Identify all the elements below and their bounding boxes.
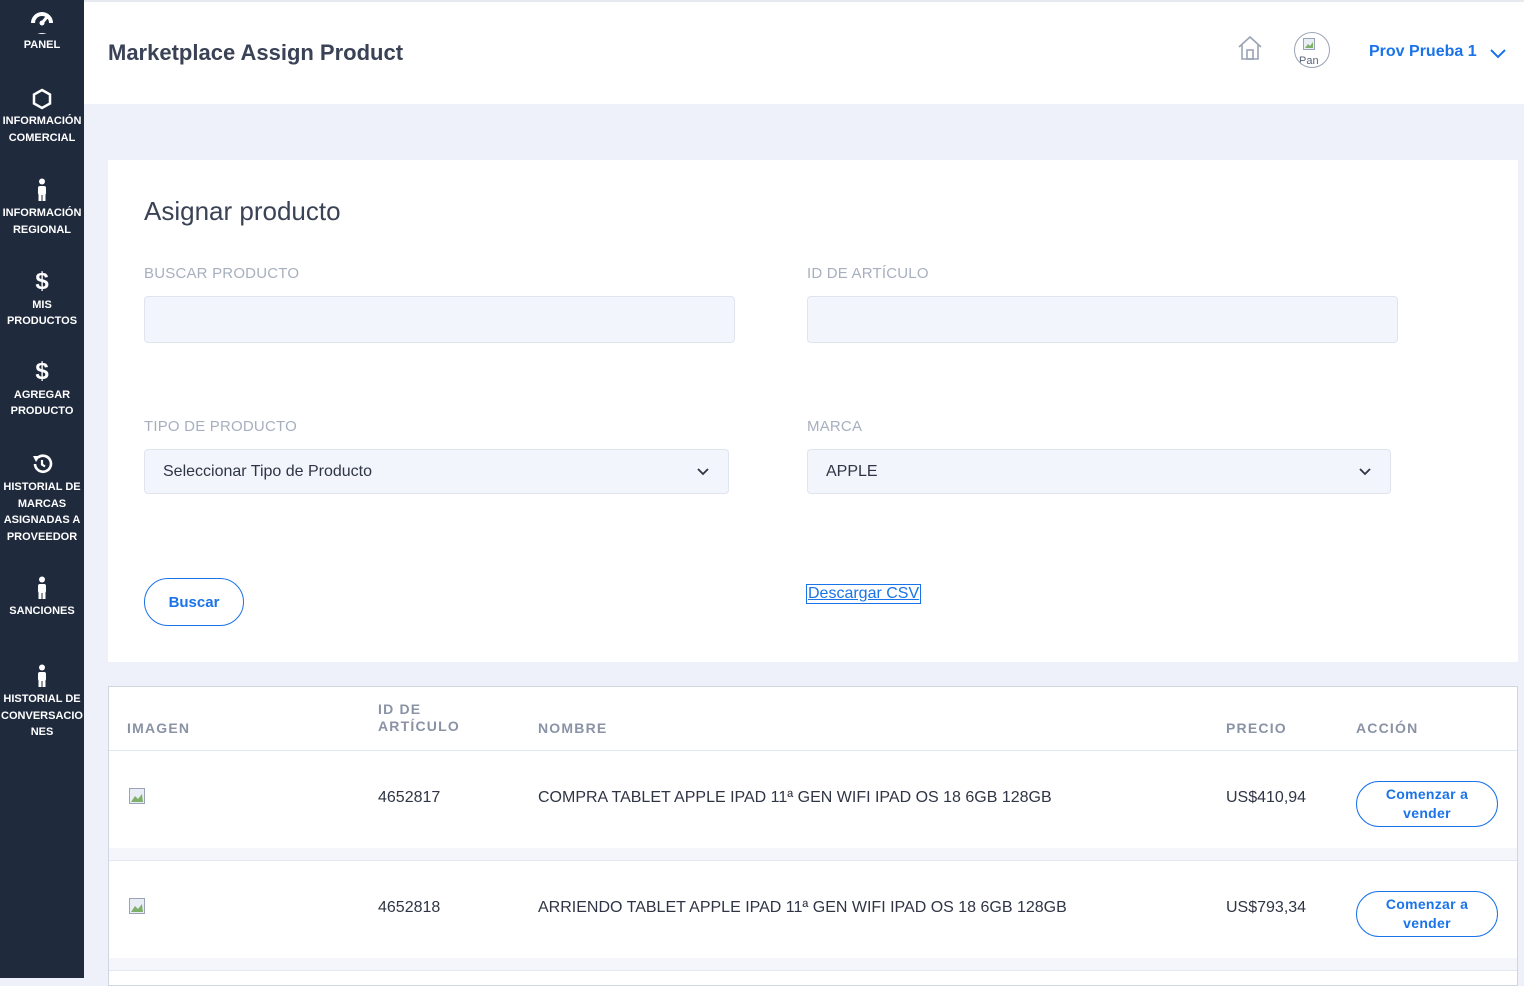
sidebar-item-text: AGREGAR PRODUCTO	[10, 389, 74, 417]
row-item-id: 4652817	[378, 789, 441, 806]
chevron-down-icon[interactable]	[1489, 46, 1507, 60]
sidebar-item-text: HISTORIAL DE CONVERSACIONES	[1, 693, 83, 738]
sidebar: PANEL INFORMACIÓN COMERCIAL INFORMACIÓN …	[0, 0, 84, 978]
sidebar-item-mis-productos[interactable]: $ MIS PRODUCTOS	[0, 268, 84, 352]
row-separator	[109, 958, 1517, 970]
product-type-label: TIPO DE PRODUCTO	[144, 418, 297, 435]
home-icon[interactable]	[1236, 34, 1264, 62]
user-menu-name[interactable]: Prov Prueba 1	[1369, 43, 1477, 61]
row-price: US$410,94	[1226, 789, 1307, 806]
header-divider	[109, 750, 1517, 751]
row-price: US$793,34	[1226, 899, 1307, 916]
history-icon	[30, 450, 54, 476]
start-selling-button[interactable]: Comenzar a vender	[1356, 891, 1498, 937]
item-id-label: ID DE ARTÍCULO	[807, 265, 929, 282]
column-header-image: IMAGEN	[127, 720, 191, 736]
person-icon	[35, 574, 49, 600]
sidebar-item-text: HISTORIAL DE MARCAS ASIGNADAS A PROVEEDO…	[3, 481, 81, 543]
sidebar-item-historial-conversaciones[interactable]: HISTORIAL DE CONVERSACIONES	[0, 662, 84, 752]
sidebar-item-historial-marcas[interactable]: HISTORIAL DE MARCAS ASIGNADAS A PROVEEDO…	[0, 450, 84, 550]
chevron-down-icon	[697, 467, 709, 475]
sidebar-item-label: INFORMACIÓN COMERCIAL	[0, 113, 84, 147]
column-header-price: PRECIO	[1226, 720, 1287, 736]
column-header-item-id: ID DE ARTÍCULO	[378, 701, 460, 735]
sidebar-item-agregar-producto[interactable]: $ AGREGAR PRODUCTO	[0, 358, 84, 442]
sidebar-item-informacion-comercial[interactable]: INFORMACIÓN COMERCIAL	[0, 84, 84, 168]
sidebar-item-text: INFORMACIÓN COMERCIAL	[2, 115, 82, 144]
product-type-select[interactable]: Seleccionar Tipo de Producto	[144, 449, 729, 494]
speedometer-icon	[28, 8, 56, 34]
form-title: Asignar producto	[144, 196, 341, 226]
hexagon-icon	[31, 84, 53, 110]
sidebar-item-label: MIS PRODUCTOS	[0, 297, 84, 329]
avatar[interactable]: Pan	[1294, 32, 1330, 68]
row-divider	[109, 860, 1517, 861]
broken-image-icon	[1303, 38, 1315, 50]
brand-label: MARCA	[807, 418, 863, 435]
sidebar-item-informacion-regional[interactable]: INFORMACIÓN REGIONAL	[0, 176, 84, 260]
brand-value: APPLE	[826, 462, 878, 480]
sidebar-item-text: MIS PRODUCTOS	[6, 299, 78, 327]
column-header-item-id-line2: ARTÍCULO	[378, 718, 460, 734]
row-item-id: 4652818	[378, 899, 441, 916]
top-header: Marketplace Assign Product Pan Prov Prue…	[84, 0, 1524, 104]
sidebar-item-panel[interactable]: PANEL	[0, 8, 84, 92]
sidebar-item-label: HISTORIAL DE CONVERSACIONES	[0, 691, 84, 741]
sidebar-item-label: SANCIONES	[9, 605, 75, 617]
person-icon	[35, 176, 49, 202]
results-table: IMAGEN ID DE ARTÍCULO NOMBRE PRECIO ACCI…	[108, 686, 1518, 986]
sidebar-item-sanciones[interactable]: SANCIONES	[0, 574, 84, 658]
column-header-action: ACCIÓN	[1356, 720, 1419, 736]
dollar-icon: $	[35, 268, 49, 295]
dollar-icon: $	[35, 358, 49, 385]
brand-select[interactable]: APPLE	[807, 449, 1391, 494]
sidebar-item-label: HISTORIAL DE MARCAS ASIGNADAS A PROVEEDO…	[0, 479, 84, 545]
product-type-value: Seleccionar Tipo de Producto	[163, 462, 373, 480]
sidebar-item-label: AGREGAR PRODUCTO	[0, 387, 84, 419]
column-header-item-id-line1: ID DE	[378, 701, 422, 717]
item-id-input[interactable]	[807, 296, 1398, 343]
page-title: Marketplace Assign Product	[108, 40, 404, 65]
download-csv-link[interactable]: Descargar CSV	[805, 584, 922, 604]
column-header-name: NOMBRE	[538, 720, 608, 736]
chevron-down-icon	[1359, 467, 1371, 475]
row-product-name: COMPRA TABLET APPLE IPAD 11ª GEN WIFI IP…	[538, 789, 1052, 806]
row-separator	[109, 848, 1517, 860]
avatar-alt-text: Pan	[1299, 55, 1319, 67]
person-icon	[35, 662, 49, 688]
sidebar-item-label: PANEL	[23, 39, 61, 51]
broken-image-icon	[129, 788, 145, 804]
search-button[interactable]: Buscar	[144, 578, 244, 626]
search-product-input[interactable]	[144, 296, 735, 343]
broken-image-icon	[129, 898, 145, 914]
sidebar-item-label: INFORMACIÓN REGIONAL	[0, 205, 84, 239]
assign-product-form: Asignar producto BUSCAR PRODUCTO ID DE A…	[108, 160, 1518, 662]
row-divider	[109, 970, 1517, 971]
start-selling-button[interactable]: Comenzar a vender	[1356, 781, 1498, 827]
sidebar-item-text: INFORMACIÓN REGIONAL	[2, 207, 82, 236]
search-product-label: BUSCAR PRODUCTO	[144, 265, 300, 282]
row-product-name: ARRIENDO TABLET APPLE IPAD 11ª GEN WIFI …	[538, 899, 1067, 916]
